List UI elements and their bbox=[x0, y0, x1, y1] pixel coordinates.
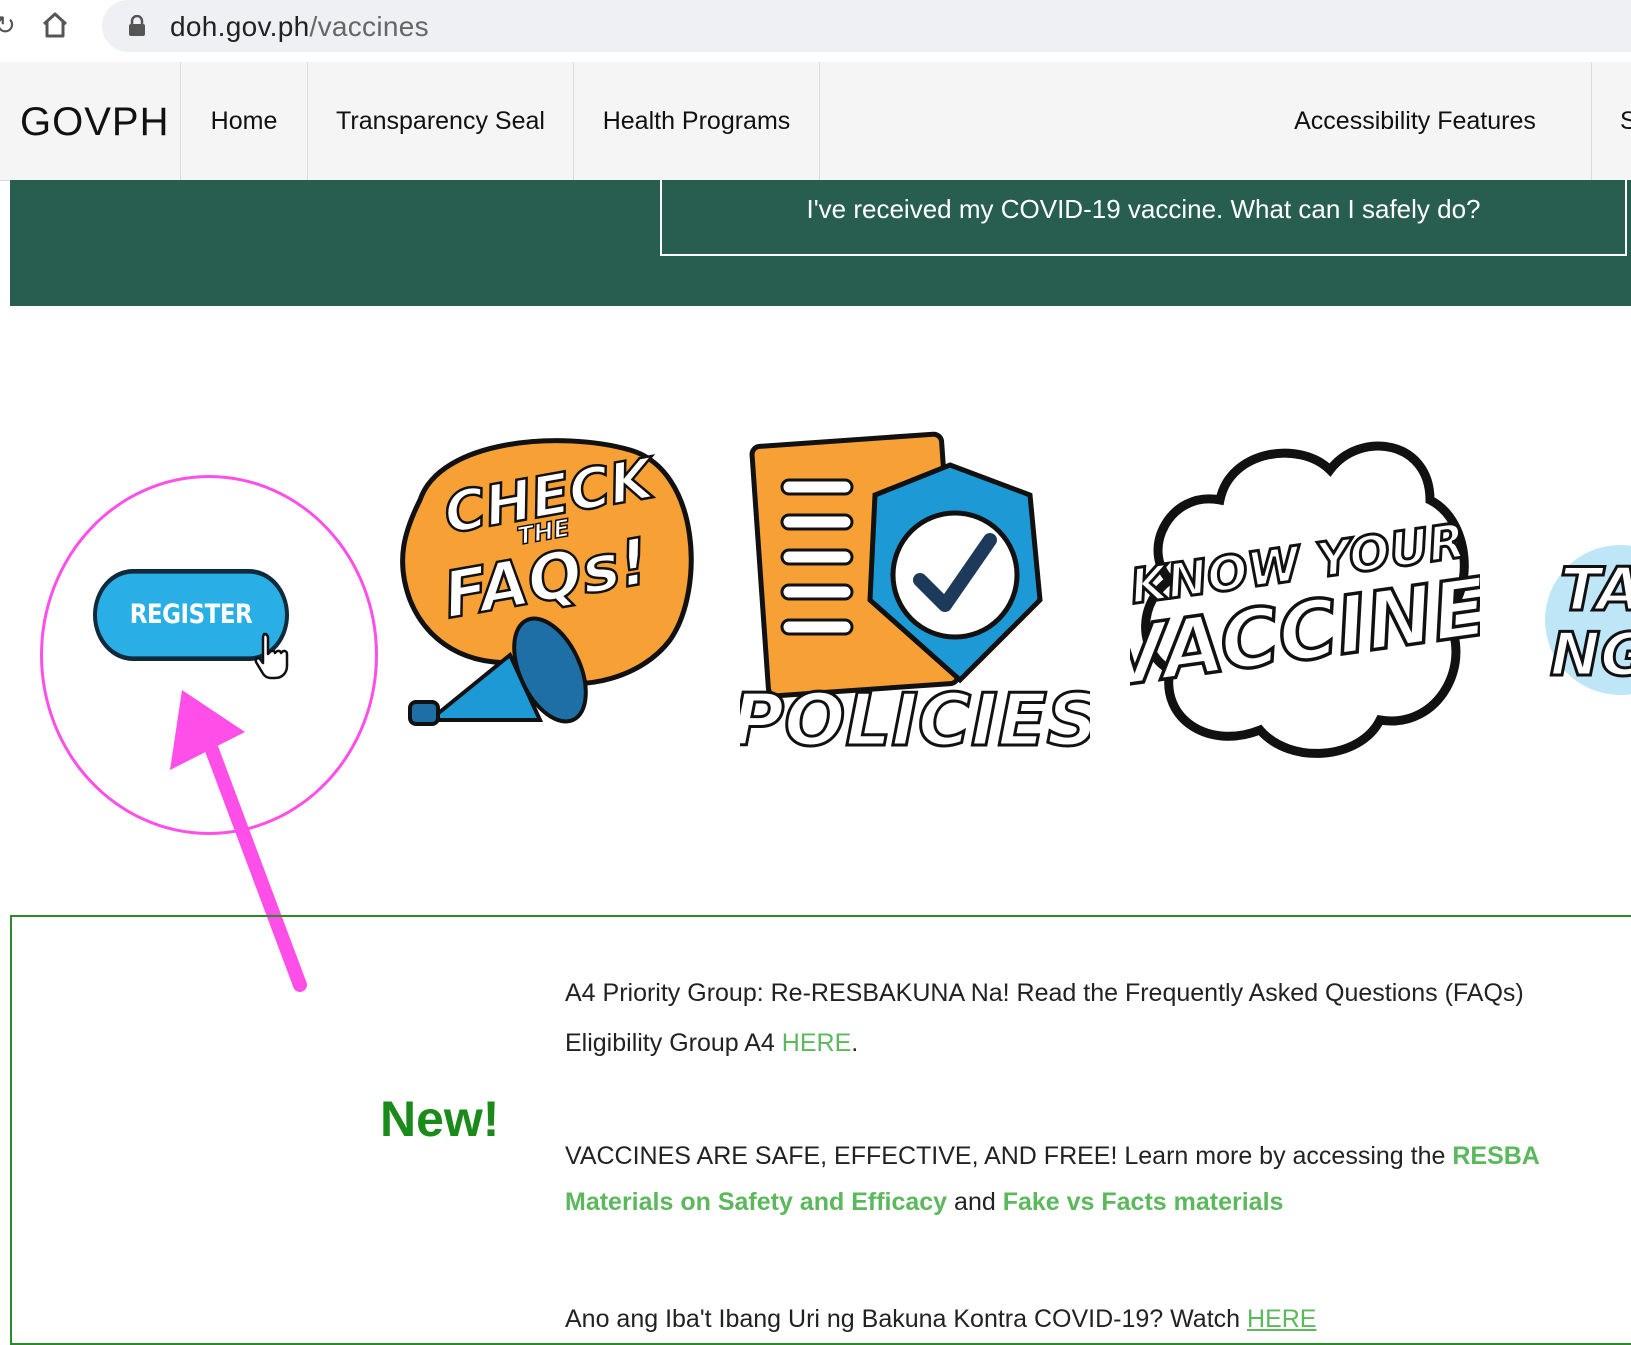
address-bar[interactable]: doh.gov.ph/vaccines bbox=[102, 0, 1631, 52]
banner-question-button[interactable]: I've received my COVID-19 vaccine. What … bbox=[660, 180, 1627, 256]
nav-item-transparency-seal[interactable]: Transparency Seal bbox=[307, 62, 573, 180]
site-nav: GOVPH Home Transparency Seal Health Prog… bbox=[0, 62, 1631, 181]
partial-line-1: TA bbox=[1560, 555, 1631, 625]
announcement-a4-text: A4 Priority Group: Re-RESBAKUNA Na! Read… bbox=[565, 979, 1524, 1007]
url-path: /vaccines bbox=[309, 11, 429, 42]
partial-tile[interactable]: TA NG bbox=[1540, 490, 1631, 730]
reload-icon[interactable]: ↻ bbox=[0, 10, 16, 41]
resbakuna-link[interactable]: RESBA bbox=[1452, 1142, 1540, 1170]
nav-item-home[interactable]: Home bbox=[180, 62, 307, 180]
announcement-and: and bbox=[947, 1188, 1003, 1216]
home-icon[interactable] bbox=[40, 10, 70, 45]
announcement-vaccine-types-text: Ano ang Iba't Ibang Uri ng Bakuna Kontra… bbox=[565, 1305, 1248, 1333]
fake-vs-facts-link[interactable]: Fake vs Facts materials bbox=[1003, 1188, 1284, 1216]
site-brand[interactable]: GOVPH bbox=[20, 100, 169, 145]
announcement-a4-end: . bbox=[851, 1029, 859, 1057]
url-host: doh.gov.ph bbox=[170, 11, 310, 42]
vaccine-banner: I've received my COVID-19 vaccine. What … bbox=[10, 180, 1631, 306]
nav-item-health-programs[interactable]: Health Programs bbox=[573, 62, 819, 180]
url-text: doh.gov.ph/vaccines bbox=[170, 11, 429, 43]
partial-line-2: NG bbox=[1550, 620, 1631, 690]
announcement-vaccines: VACCINES ARE SAFE, EFFECTIVE, AND FREE! … bbox=[565, 1133, 1540, 1225]
lock-icon bbox=[128, 14, 146, 42]
check-faqs-tile[interactable]: CHECK THE FAQs! bbox=[400, 430, 700, 750]
know-your-vaccine-tile[interactable]: KNOW YOUR VACCINE bbox=[1130, 430, 1480, 770]
browser-toolbar: ↻ doh.gov.ph/vaccines bbox=[0, 0, 1631, 63]
policies-label: POLICIES bbox=[740, 678, 1090, 762]
vaccine-types-watch-link[interactable]: HERE bbox=[1247, 1305, 1316, 1333]
nav-item-partial[interactable]: S bbox=[1591, 62, 1631, 180]
a4-faq-link[interactable]: HERE bbox=[782, 1029, 851, 1057]
announcement-a4: A4 Priority Group: Re-RESBAKUNA Na! Read… bbox=[565, 968, 1524, 1068]
new-label: New! bbox=[380, 1091, 500, 1147]
nav-item-accessibility[interactable]: Accessibility Features bbox=[1240, 62, 1590, 180]
safety-efficacy-link[interactable]: Materials on Safety and Efficacy bbox=[565, 1188, 947, 1216]
policies-tile[interactable]: POLICIES bbox=[740, 430, 1090, 770]
announcement-vaccine-types: Ano ang Iba't Ibang Uri ng Bakuna Kontra… bbox=[565, 1294, 1316, 1344]
announcement-a4-line2: Eligibility Group A4 bbox=[565, 1029, 782, 1057]
announcement-vaccines-text: VACCINES ARE SAFE, EFFECTIVE, AND FREE! … bbox=[565, 1142, 1453, 1170]
